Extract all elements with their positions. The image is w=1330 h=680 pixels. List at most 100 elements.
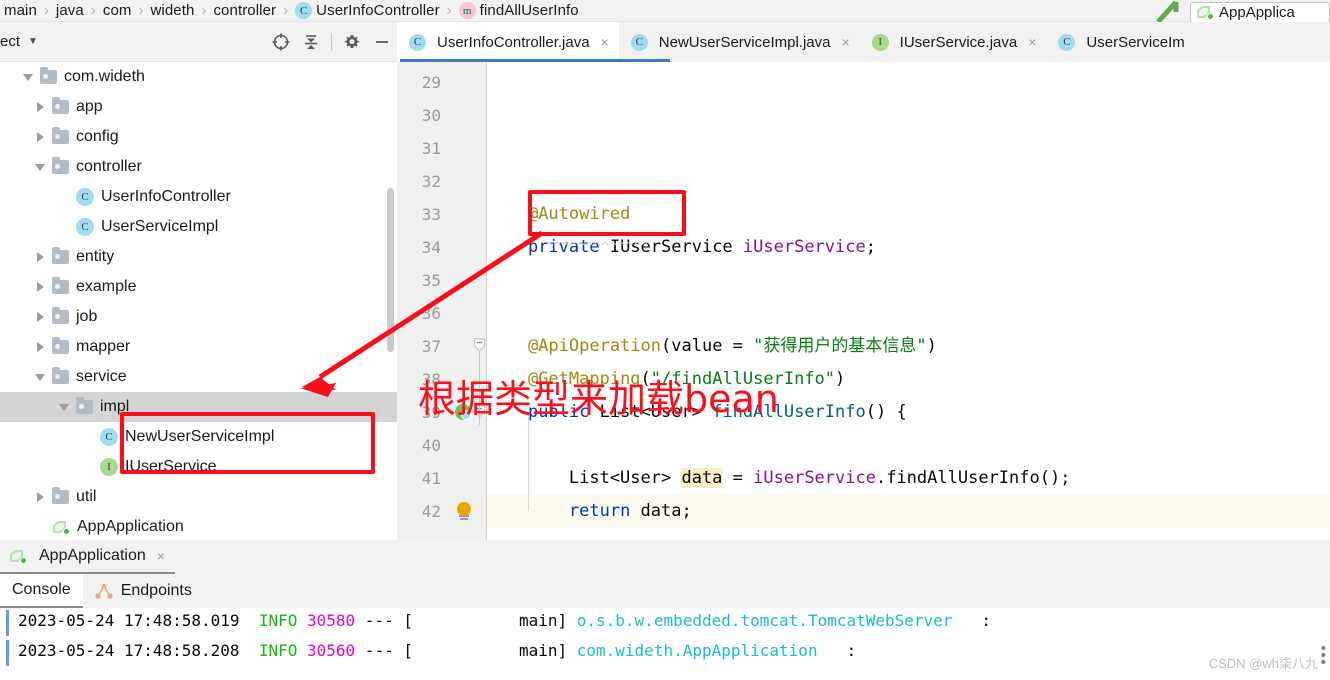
- code-line[interactable]: [487, 99, 1330, 132]
- toolbar-divider: [331, 32, 332, 51]
- code-line[interactable]: public List<User> findAllUserInfo() {: [487, 396, 1330, 429]
- tree-node-config[interactable]: config: [0, 122, 397, 152]
- code-line[interactable]: private IUserService iUserService;: [487, 231, 1330, 264]
- gear-icon[interactable]: [337, 27, 367, 57]
- green-arrow-icon[interactable]: [1154, 0, 1184, 24]
- editor-tab-iuserservice[interactable]: I IUserService.java ×: [860, 22, 1047, 62]
- tree-node-newuserserviceimpl[interactable]: C NewUserServiceImpl: [0, 422, 397, 452]
- tree-node-userserviceimpl[interactable]: C UserServiceImpl: [0, 212, 397, 242]
- gutter-line[interactable]: 34: [397, 231, 487, 264]
- locate-icon[interactable]: [266, 27, 296, 57]
- breadcrumb-item-findalluserinfo[interactable]: m findAllUserInfo: [458, 0, 579, 21]
- code-line[interactable]: return data;: [487, 495, 1330, 528]
- chevron-right-icon[interactable]: [32, 249, 48, 265]
- tree-node-controller[interactable]: controller: [0, 152, 397, 182]
- class-icon: C: [76, 218, 94, 236]
- gutter-line[interactable]: 35: [397, 264, 487, 297]
- tab-console[interactable]: Console: [0, 574, 83, 608]
- chevron-right-icon[interactable]: [32, 309, 48, 325]
- chevron-down-icon[interactable]: [32, 369, 48, 385]
- tree-node-mapper[interactable]: mapper: [0, 332, 397, 362]
- code-token: data: [681, 468, 723, 488]
- console-level: INFO: [258, 611, 298, 630]
- gutter-line[interactable]: 40: [397, 429, 487, 462]
- indent-guide: [528, 412, 529, 511]
- breadcrumb-item-wideth[interactable]: wideth: [150, 0, 194, 21]
- gutter-line[interactable]: 38: [397, 363, 487, 396]
- tree-node-userinfocontroller[interactable]: C UserInfoController: [0, 182, 397, 212]
- close-icon[interactable]: ×: [157, 548, 165, 564]
- ide-window: main › java › com › wideth › controller …: [0, 0, 1330, 680]
- gutter-line[interactable]: 32: [397, 165, 487, 198]
- editor-tab-userserviceimpl[interactable]: C UserServiceIm: [1046, 22, 1194, 62]
- console-thread: [ main]: [403, 611, 568, 630]
- collapse-all-icon[interactable]: [296, 27, 326, 57]
- close-icon[interactable]: ×: [601, 34, 609, 50]
- chevron-down-icon[interactable]: [20, 69, 36, 85]
- line-number: 30: [421, 106, 441, 125]
- gutter-line[interactable]: 41: [397, 462, 487, 495]
- tree-node-impl[interactable]: impl: [0, 392, 397, 422]
- tree-node-job[interactable]: job: [0, 302, 397, 332]
- line-number: 42: [421, 502, 441, 521]
- code-line[interactable]: [487, 132, 1330, 165]
- intention-bulb-icon[interactable]: [449, 501, 479, 522]
- code-line[interactable]: [487, 297, 1330, 330]
- gutter-line[interactable]: 31: [397, 132, 487, 165]
- code-line[interactable]: @ApiOperation(value = "获得用户的基本信息"): [487, 330, 1330, 363]
- tree-node-iuserservice[interactable]: I IUserService: [0, 452, 397, 482]
- breadcrumb-separator: ›: [446, 2, 452, 19]
- code-line[interactable]: [487, 66, 1330, 99]
- breadcrumb-item-controller[interactable]: controller: [213, 0, 276, 21]
- chevron-down-icon[interactable]: ▼: [28, 36, 38, 47]
- run-configuration-selector[interactable]: AppApplica: [1190, 1, 1330, 23]
- code-line[interactable]: @GetMapping("/findAllUserInfo"): [487, 363, 1330, 396]
- tree-node-util[interactable]: util: [0, 482, 397, 512]
- fold-collapse-icon[interactable]: [473, 338, 486, 353]
- code-line[interactable]: [487, 264, 1330, 297]
- tree-node-com-wideth[interactable]: com.wideth: [0, 62, 397, 92]
- chevron-right-icon[interactable]: [32, 279, 48, 295]
- breadcrumb-item-com[interactable]: com: [103, 0, 132, 21]
- code-editor[interactable]: 29 30 31 32 33 34 35 36 37 38 39 40 41 42 @Autowired …: [397, 62, 1330, 540]
- tree-node-appapplication[interactable]: AppApplication: [0, 512, 397, 540]
- tree-node-app[interactable]: app: [0, 92, 397, 122]
- tab-endpoints[interactable]: Endpoints: [83, 574, 204, 608]
- gutter-line[interactable]: 42: [397, 495, 487, 528]
- console-output[interactable]: 2023-05-24 17:48:58.019 INFO 30580 --- […: [0, 608, 1330, 680]
- code-line[interactable]: List<User> data = iUserService.findAllUs…: [487, 462, 1330, 495]
- folder-icon: [52, 307, 69, 324]
- breadcrumb-item-main[interactable]: main: [4, 0, 37, 21]
- minimize-icon[interactable]: [367, 27, 397, 57]
- gutter-line[interactable]: 29: [397, 66, 487, 99]
- chevron-right-icon[interactable]: [32, 339, 48, 355]
- run-tab-appapplication[interactable]: AppApplication ×: [0, 540, 175, 574]
- close-icon[interactable]: ×: [1028, 34, 1036, 50]
- project-tree-scrollbar[interactable]: [387, 188, 394, 352]
- breadcrumb-item-java[interactable]: java: [56, 0, 84, 21]
- chevron-down-icon[interactable]: [32, 159, 48, 175]
- breadcrumb-item-userinfocontroller[interactable]: C UserInfoController: [295, 0, 440, 21]
- chevron-right-icon[interactable]: [32, 129, 48, 145]
- editor-tab-label: NewUserServiceImpl.java: [658, 33, 831, 51]
- code-line[interactable]: [487, 165, 1330, 198]
- chevron-right-icon[interactable]: [32, 99, 48, 115]
- code-line[interactable]: [487, 429, 1330, 462]
- close-icon[interactable]: ×: [841, 34, 849, 50]
- tree-node-entity[interactable]: entity: [0, 242, 397, 272]
- editor-tab-newuserserviceimpl[interactable]: C NewUserServiceImpl.java ×: [619, 22, 860, 62]
- tree-node-service[interactable]: service: [0, 362, 397, 392]
- tree-node-example[interactable]: example: [0, 272, 397, 302]
- chevron-right-icon[interactable]: [32, 489, 48, 505]
- gutter-line[interactable]: 30: [397, 99, 487, 132]
- editor-tab-label: IUserService.java: [899, 33, 1018, 51]
- line-number: 31: [421, 139, 441, 158]
- chevron-down-icon[interactable]: [56, 399, 72, 415]
- editor-tab-userinfocontroller[interactable]: C UserInfoController.java ×: [397, 22, 619, 62]
- project-tree[interactable]: com.wideth app config controller C UserInfoCo…: [0, 62, 397, 540]
- code-text-area[interactable]: @Autowired private IUserService iUserSer…: [487, 62, 1330, 540]
- tree-node-label: NewUserServiceImpl: [125, 428, 275, 445]
- editor-gutter[interactable]: 29 30 31 32 33 34 35 36 37 38 39 40 41 42: [397, 62, 487, 540]
- gutter-line[interactable]: 33: [397, 198, 487, 231]
- gutter-line[interactable]: 36: [397, 297, 487, 330]
